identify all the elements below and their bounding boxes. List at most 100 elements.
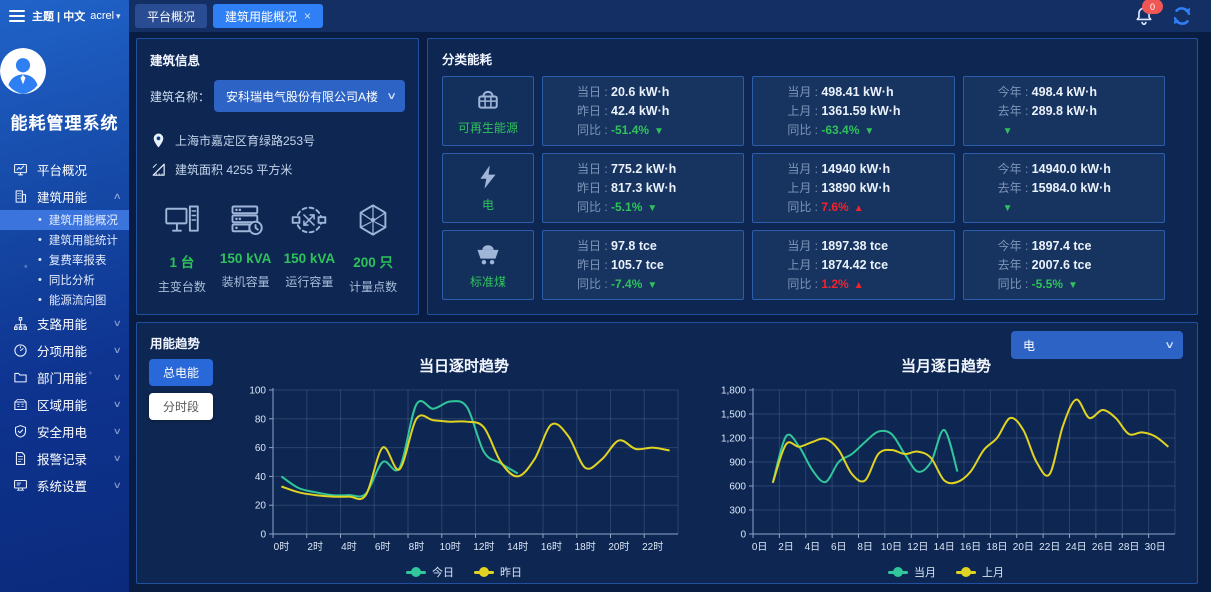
close-icon[interactable]: × — [304, 10, 311, 22]
legend-marker-icon — [956, 571, 976, 574]
building-stat: 1 台主变台数 — [150, 202, 214, 295]
trend-panel: 用能趋势 电 ∨ 总电能分时段 当日逐时趋势0204060801000时2时4时… — [136, 322, 1198, 584]
trend-down-triangle-icon: ▼ — [1003, 203, 1013, 214]
trend-button-label: 总电能 — [163, 364, 199, 381]
bullet-icon: • — [38, 294, 42, 306]
svg-text:80: 80 — [254, 414, 266, 425]
chart-legend: 当月 上月 — [888, 564, 1004, 580]
legend-label: 上月 — [982, 564, 1004, 580]
electricity-icon — [474, 163, 502, 191]
svg-text:20日: 20日 — [1013, 542, 1034, 553]
building-icon — [13, 189, 28, 204]
metric-value: 1897.4 tce — [1032, 239, 1092, 253]
svg-text:60: 60 — [254, 443, 266, 454]
running-capacity-icon — [291, 202, 327, 238]
svg-text:10日: 10日 — [881, 542, 902, 553]
panel-title: 用能趋势 — [150, 333, 200, 352]
metric-label: 昨日 : — [577, 104, 611, 118]
metric-label: 去年 : — [998, 258, 1032, 272]
sidebar-item[interactable]: 区域用能∨ — [0, 391, 129, 418]
ratio-label: 同比 : — [577, 200, 611, 214]
category-card: 当月 : 498.41 kW·h上月 : 1361.59 kW·h同比 : -6… — [752, 76, 954, 146]
metric-label: 昨日 : — [577, 181, 611, 195]
sidebar-subitem[interactable]: •同比分析 — [0, 270, 129, 290]
sidebar-item[interactable]: 建筑用能∧ — [0, 183, 129, 210]
sidebar-subitem[interactable]: •复费率报表 — [0, 250, 129, 270]
gauge-icon — [13, 343, 28, 358]
sidebar-item-label: 分项用能 — [37, 341, 114, 360]
category-type-cell: 标准煤 — [442, 230, 534, 300]
sidebar-item-label: 系统设置 — [37, 476, 114, 495]
sidebar-item[interactable]: 部门用能∨ — [0, 364, 129, 391]
legend-item[interactable]: 当月 — [888, 564, 936, 580]
sidebar-item[interactable]: 分项用能∨ — [0, 337, 129, 364]
sidebar-subitem[interactable]: •建筑用能概况 — [0, 210, 129, 230]
sidebar: 主题 | 中文 acrel▾ 能耗管理系统 平台概况建筑用能∧•建筑用能概况•建… — [0, 0, 129, 592]
category-type-cell: 可再生能源 — [442, 76, 534, 146]
svg-text:0: 0 — [260, 530, 266, 541]
chart: 当月逐日趋势03006009001,2001,5001,8000日2日4日6日8… — [705, 351, 1187, 581]
svg-text:4日: 4日 — [805, 542, 821, 553]
ratio-label: 同比 : — [787, 200, 821, 214]
stat-value: 1 台 — [150, 251, 214, 271]
stat-label: 运行容量 — [278, 273, 342, 290]
ratio-label: 同比 : — [577, 123, 611, 137]
metric-value: 105.7 tce — [611, 258, 664, 272]
trend-button[interactable]: 总电能 — [149, 359, 213, 386]
refresh-button[interactable] — [1171, 5, 1193, 27]
chart-canvas: 03006009001,2001,5001,8000日2日4日6日8日10日12… — [707, 382, 1185, 562]
coal-icon — [474, 240, 502, 268]
svg-text:30日: 30日 — [1145, 542, 1166, 553]
sidebar-menu: 平台概况建筑用能∧•建筑用能概况•建筑用能统计•复费率报表•同比分析•能源流向图… — [0, 156, 129, 499]
sidebar-subitem[interactable]: •建筑用能统计 — [0, 230, 129, 250]
sidebar-subitem[interactable]: •能源流向图 — [0, 290, 129, 310]
trend-down-triangle-icon: ▼ — [647, 203, 657, 214]
ratio-value: -51.4% — [611, 123, 649, 137]
sidebar-item[interactable]: 安全用电∨ — [0, 418, 129, 445]
tab[interactable]: 平台概况 — [135, 4, 207, 28]
building-address: 上海市嘉定区育绿路253号 — [175, 132, 315, 149]
folder-icon — [13, 370, 28, 385]
svg-text:6日: 6日 — [831, 542, 847, 553]
trend-buttons: 总电能分时段 — [149, 359, 213, 420]
sidebar-subitem-label: 建筑用能统计 — [49, 232, 118, 248]
metric-label: 当月 : — [787, 85, 821, 99]
sidebar-header: 主题 | 中文 acrel▾ — [0, 0, 129, 32]
trend-button[interactable]: 分时段 — [149, 393, 213, 420]
bullet-icon: • — [38, 274, 42, 286]
legend-item[interactable]: 今日 — [406, 564, 454, 580]
ratio-value: -5.5% — [1032, 277, 1063, 291]
sidebar-item[interactable]: 系统设置∨ — [0, 472, 129, 499]
user-menu[interactable]: acrel▾ — [90, 10, 120, 22]
metric-value: 13890 kW·h — [821, 181, 890, 195]
metric-value: 1897.38 tce — [821, 239, 888, 253]
region-icon — [13, 397, 28, 412]
stat-label: 计量点数 — [341, 278, 405, 295]
hamburger-menu-icon[interactable] — [9, 10, 25, 22]
sidebar-item[interactable]: 支路用能∨ — [0, 310, 129, 337]
svg-text:28日: 28日 — [1118, 542, 1139, 553]
legend-item[interactable]: 昨日 — [474, 564, 522, 580]
topbar-actions: 0 — [1133, 5, 1211, 27]
tab-bar: 平台概况建筑用能概况× — [129, 0, 323, 32]
notifications-button[interactable]: 0 — [1133, 5, 1155, 27]
sidebar-item[interactable]: 平台概况 — [0, 156, 129, 183]
stat-value: 200 只 — [341, 251, 405, 271]
svg-text:14时: 14时 — [507, 541, 528, 553]
sidebar-item[interactable]: 报警记录∨ — [0, 445, 129, 472]
svg-text:2日: 2日 — [778, 542, 794, 553]
chart-title: 当日逐时趋势 — [419, 355, 509, 376]
svg-text:0日: 0日 — [752, 542, 768, 553]
svg-text:6时: 6时 — [374, 541, 390, 553]
report-icon — [13, 451, 28, 466]
ratio-value: -7.4% — [611, 277, 642, 291]
building-stat: 150 kVA运行容量 — [278, 202, 342, 295]
category-row: 可再生能源当日 : 20.6 kW·h昨日 : 42.4 kW·h同比 : -5… — [442, 76, 1165, 146]
tab[interactable]: 建筑用能概况× — [213, 4, 323, 28]
stat-label: 装机容量 — [214, 273, 278, 290]
metric-label: 今年 : — [998, 85, 1032, 99]
svg-text:18日: 18日 — [986, 542, 1007, 553]
legend-item[interactable]: 上月 — [956, 564, 1004, 580]
theme-language-switch[interactable]: 主题 | 中文 — [32, 8, 85, 24]
building-select[interactable]: 安科瑞电气股份有限公司A楼 ∨ — [214, 80, 405, 112]
